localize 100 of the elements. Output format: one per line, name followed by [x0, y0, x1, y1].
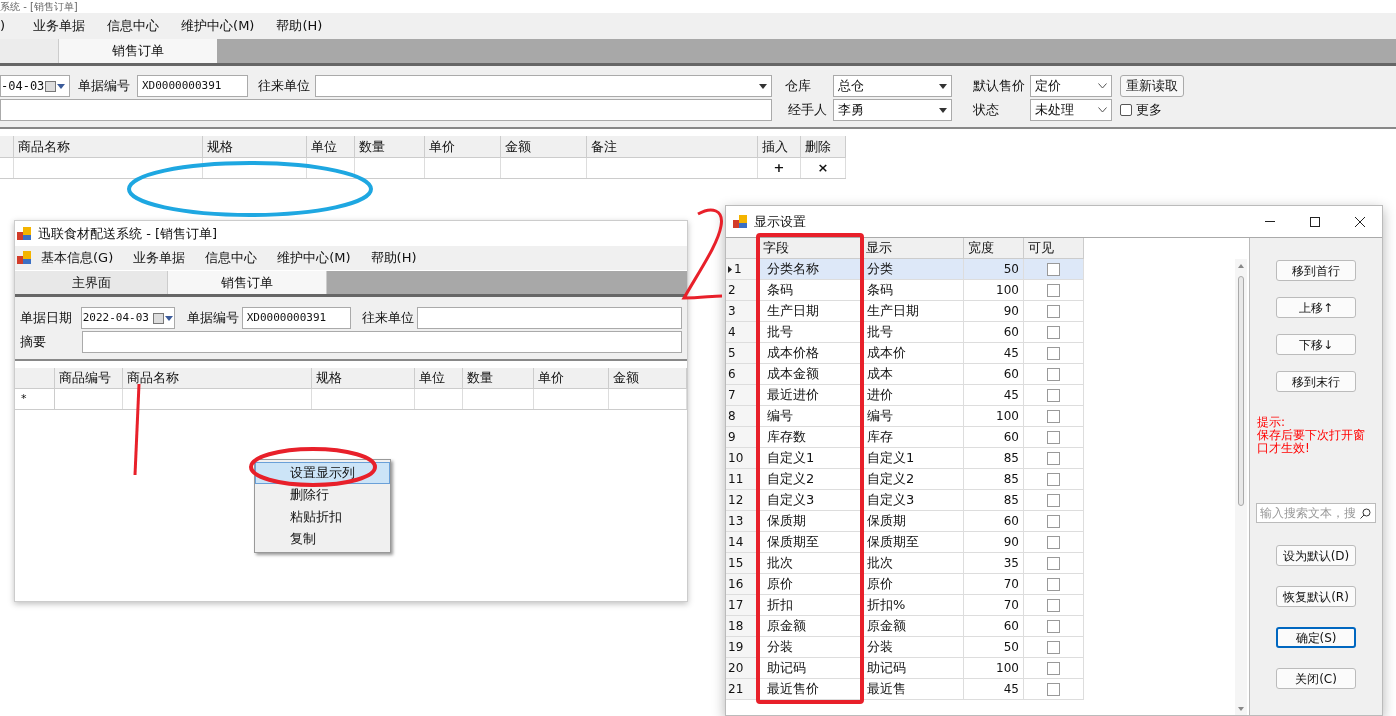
menu-item[interactable]: 信息中心 [96, 16, 171, 36]
dialog-button[interactable]: 恢复默认(R) [1276, 586, 1356, 607]
column-header[interactable]: 单位 [415, 368, 464, 388]
table-row[interactable]: 13 保质期 保质期 60 [726, 511, 1084, 532]
table-row[interactable]: 5 成本价格 成本价 45 [726, 343, 1084, 364]
context-menu-item[interactable]: 粘贴折扣 [255, 506, 390, 528]
table-row[interactable]: 6 成本金额 成本 60 [726, 364, 1084, 385]
table-row[interactable]: 15 批次 批次 35 [726, 553, 1084, 574]
date-field[interactable]: -04-03 [0, 75, 70, 97]
table-row[interactable]: 17 折扣 折扣% 70 [726, 595, 1084, 616]
visible-checkbox[interactable] [1047, 262, 1060, 276]
column-header[interactable]: 插入 [758, 136, 801, 157]
table-row[interactable]: 12 自定义3 自定义3 85 [726, 490, 1084, 511]
reload-button[interactable]: 重新读取 [1120, 75, 1184, 97]
menu-item[interactable]: 帮助(H) [360, 248, 427, 268]
table-row[interactable]: 9 库存数 库存 60 [726, 427, 1084, 448]
visible-checkbox[interactable] [1047, 682, 1060, 696]
column-header[interactable]: 数量 [355, 136, 425, 157]
column-header[interactable]: 金额 [609, 368, 687, 388]
dialog-button[interactable]: 关闭(C) [1276, 668, 1356, 689]
table-row[interactable]: 3 生产日期 生产日期 90 [726, 301, 1084, 322]
column-header[interactable]: 规格 [311, 368, 416, 388]
visible-checkbox[interactable] [1047, 283, 1060, 297]
scrollbar[interactable] [1235, 259, 1247, 715]
dialog-button[interactable]: 设为默认(D) [1276, 545, 1356, 566]
column-header[interactable]: 商品名称 [14, 136, 203, 157]
table-row[interactable]: 21 最近售价 最近售 45 [726, 679, 1084, 700]
context-menu-item[interactable]: 复制 [255, 528, 390, 550]
memo-field[interactable] [81, 331, 682, 353]
visible-checkbox[interactable] [1047, 619, 1060, 633]
visible-checkbox[interactable] [1047, 409, 1060, 423]
column-header[interactable]: 删除 [801, 136, 846, 157]
visible-checkbox[interactable] [1047, 367, 1060, 381]
column-header[interactable]: 可见 [1024, 238, 1084, 258]
visible-checkbox[interactable] [1047, 304, 1060, 318]
column-header[interactable]: 备注 [587, 136, 758, 157]
more-checkbox[interactable]: 更多 [1120, 100, 1162, 120]
menu-item[interactable]: 帮助(H) [265, 16, 334, 36]
visible-checkbox[interactable] [1047, 325, 1060, 339]
table-row[interactable]: 2 条码 条码 100 [726, 280, 1084, 301]
visible-checkbox[interactable] [1047, 514, 1060, 528]
search-field[interactable]: 输入搜索文本，搜 [1256, 503, 1376, 523]
visible-checkbox[interactable] [1047, 640, 1060, 654]
context-menu-item[interactable]: 删除行 [255, 484, 390, 506]
visible-checkbox[interactable] [1047, 493, 1060, 507]
memo-field[interactable] [0, 99, 772, 121]
column-header[interactable]: 规格 [203, 136, 307, 157]
tab[interactable]: 销售订单 [59, 39, 217, 63]
menu-item[interactable]: 业务单据 [22, 16, 97, 36]
dialog-button[interactable]: 移到首行 [1276, 260, 1356, 281]
column-header[interactable]: 宽度 [964, 238, 1024, 258]
dialog-button[interactable]: 移到末行 [1276, 371, 1356, 392]
column-header[interactable]: 商品编号 [54, 368, 123, 388]
warehouse-dropdown[interactable]: 总仓 [833, 75, 952, 97]
table-row[interactable]: 19 分装 分装 50 [726, 637, 1084, 658]
visible-checkbox[interactable] [1047, 430, 1060, 444]
column-header[interactable]: 单价 [534, 368, 610, 388]
menu-item[interactable]: 信息中心 [195, 248, 268, 268]
visible-checkbox[interactable] [1047, 346, 1060, 360]
table-row[interactable]: 14 保质期至 保质期至 90 [726, 532, 1084, 553]
handler-dropdown[interactable]: 李勇 [833, 99, 952, 121]
column-header[interactable]: 字段 [759, 238, 862, 258]
menu-item[interactable]: 业务单据 [123, 248, 196, 268]
table-row[interactable]: 10 自定义1 自定义1 85 [726, 448, 1084, 469]
tab[interactable]: 销售订单 [168, 271, 327, 294]
table-row[interactable]: 8 编号 编号 100 [726, 406, 1084, 427]
table-row[interactable]: 4 批号 批号 60 [726, 322, 1084, 343]
column-header[interactable]: 金额 [501, 136, 587, 157]
status-dropdown[interactable]: 未处理 [1030, 99, 1112, 121]
dialog-button[interactable]: 确定(S) [1276, 627, 1356, 648]
column-header[interactable]: 单位 [307, 136, 355, 157]
menu-item[interactable]: 维护中心(M) [267, 248, 361, 268]
column-header[interactable]: 商品名称 [122, 368, 312, 388]
visible-checkbox[interactable] [1047, 535, 1060, 549]
dialog-button[interactable]: 下移↓ [1276, 334, 1356, 355]
menu-item[interactable]: 维护中心(M) [170, 16, 266, 36]
tab[interactable]: 主界面 [15, 271, 168, 294]
column-header[interactable]: 显示 [862, 238, 964, 258]
visible-checkbox[interactable] [1047, 661, 1060, 675]
dialog-button[interactable]: 上移↑ [1276, 297, 1356, 318]
visible-checkbox[interactable] [1047, 451, 1060, 465]
menu-item[interactable]: 基本信息(G) [31, 248, 124, 268]
column-header[interactable]: 数量 [463, 368, 535, 388]
column-header[interactable]: 单价 [425, 136, 501, 157]
table-row[interactable]: 20 助记码 助记码 100 [726, 658, 1084, 679]
visible-checkbox[interactable] [1047, 388, 1060, 402]
doc-number-field[interactable]: XD0000000391 [241, 307, 351, 329]
table-row[interactable]: 7 最近进价 进价 45 [726, 385, 1084, 406]
visible-checkbox[interactable] [1047, 598, 1060, 612]
visible-checkbox[interactable] [1047, 472, 1060, 486]
visible-checkbox[interactable] [1047, 556, 1060, 570]
delete-button[interactable]: × [801, 158, 846, 178]
partner-dropdown[interactable] [315, 75, 772, 97]
table-row[interactable]: 11 自定义2 自定义2 85 [726, 469, 1084, 490]
date-field[interactable]: 2022-04-03 [80, 307, 175, 329]
menu-item[interactable]: ) [0, 16, 23, 36]
doc-number-field[interactable]: XD0000000391 [137, 75, 248, 97]
price-dropdown[interactable]: 定价 [1030, 75, 1112, 97]
visible-checkbox[interactable] [1047, 577, 1060, 591]
partner-field[interactable] [417, 307, 682, 329]
